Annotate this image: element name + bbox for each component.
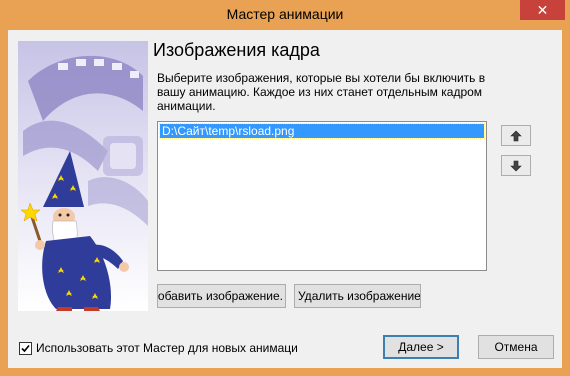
wizard-with-film-strip-icon xyxy=(18,41,148,311)
frame-image-list[interactable]: D:\Сайт\temp\rsload.png xyxy=(157,121,487,271)
page-title: Изображения кадра xyxy=(153,40,320,60)
move-up-button[interactable] xyxy=(501,125,531,146)
animation-wizard-window: Мастер анимации ✕ Изображения кадра Выбе… xyxy=(0,0,570,376)
page-description: Выберите изображения, которые вы хотели … xyxy=(157,71,486,113)
arrow-down-icon xyxy=(510,160,522,171)
list-item[interactable]: D:\Сайт\temp\rsload.png xyxy=(159,123,485,139)
remove-image-button[interactable]: Удалить изображение xyxy=(294,284,421,308)
checkmark-icon xyxy=(21,344,30,352)
use-wizard-option[interactable]: Использовать этот Мастер для новых анима… xyxy=(19,340,303,356)
cancel-button[interactable]: Отмена xyxy=(478,335,554,359)
add-image-button[interactable]: обавить изображение. xyxy=(157,284,286,308)
next-button[interactable]: Далее > xyxy=(383,335,459,359)
close-icon: ✕ xyxy=(536,2,549,18)
close-button[interactable]: ✕ xyxy=(520,0,565,20)
window-title: Мастер анимации xyxy=(226,6,344,22)
use-wizard-label: Использовать этот Мастер для новых анима… xyxy=(36,341,298,355)
title-bar[interactable]: Мастер анимации ✕ xyxy=(0,0,570,30)
window-bottom-border xyxy=(0,368,570,376)
arrow-up-icon xyxy=(510,130,522,141)
wizard-illustration xyxy=(18,41,148,311)
move-down-button[interactable] xyxy=(501,155,531,176)
wizard-page: Изображения кадра Выберите изображения, … xyxy=(8,30,562,368)
use-wizard-checkbox[interactable] xyxy=(19,341,32,355)
